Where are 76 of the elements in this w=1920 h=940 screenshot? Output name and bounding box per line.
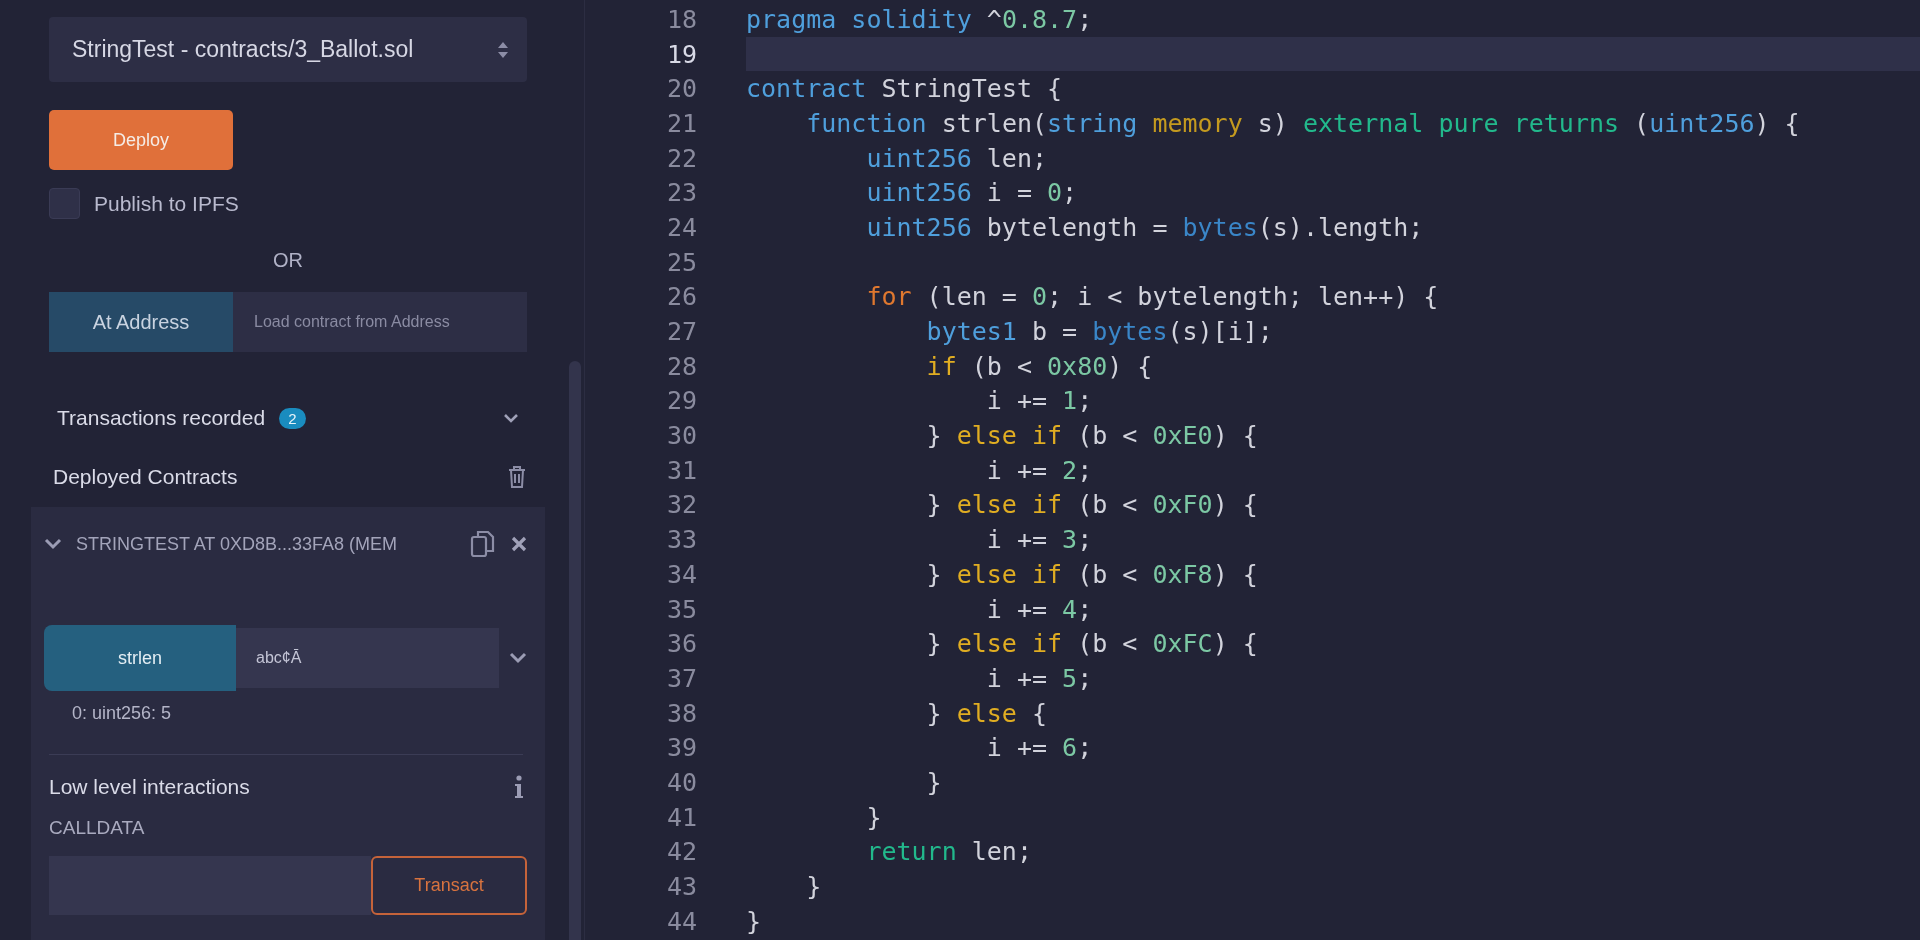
line-number: 31 xyxy=(665,455,697,485)
line-number: 40 xyxy=(665,767,697,797)
address-field[interactable]: Load contract from Address xyxy=(233,292,527,352)
calldata-label: CALLDATA xyxy=(49,817,146,839)
contract-select[interactable]: StringTest - contracts/3_Ballot.sol xyxy=(49,17,527,82)
code-line: } xyxy=(805,871,823,904)
line-number: 35 xyxy=(665,594,697,624)
chevron-down-icon[interactable] xyxy=(509,652,527,664)
line-number: 32 xyxy=(665,490,697,520)
close-icon[interactable] xyxy=(510,535,528,553)
code-line: i += 1; xyxy=(985,385,1094,418)
contract-instance-title: STRINGTEST AT 0XD8B...33FA8 (MEM xyxy=(76,533,399,555)
code-line: i += 6; xyxy=(985,732,1094,765)
line-number: 36 xyxy=(665,629,697,659)
line-number: 21 xyxy=(665,108,697,138)
line-number: 38 xyxy=(665,698,697,728)
low-level-title: Low level interactions xyxy=(49,775,250,799)
code-line: } xyxy=(925,766,943,799)
at-address-button[interactable]: At Address xyxy=(49,292,233,352)
code-line: uint256 len; xyxy=(865,142,1049,175)
line-number: 37 xyxy=(665,663,697,693)
code-line: } else if (b < 0xFC) { xyxy=(925,628,1259,661)
chevron-icon[interactable] xyxy=(44,538,62,550)
publish-label: Publish to IPFS xyxy=(94,191,239,216)
code-line: } else if (b < 0xE0) { xyxy=(925,420,1259,453)
code-line: i += 4; xyxy=(985,593,1094,626)
line-number: 26 xyxy=(665,282,697,312)
line-number: 41 xyxy=(665,802,697,832)
line-number: 18 xyxy=(665,4,697,34)
code-line: function strlen(string memory s) external pure returns (uint256) { xyxy=(805,107,1801,140)
code-line: i += 5; xyxy=(985,662,1094,695)
code-line: pragma solidity ^0.8.7; xyxy=(746,3,1094,36)
calldata-field[interactable] xyxy=(49,856,371,915)
line-number: 28 xyxy=(665,351,697,381)
copy-icon[interactable] xyxy=(470,529,496,559)
code-line: contract StringTest { xyxy=(746,73,1064,106)
transactions-label: Transactions recorded xyxy=(57,406,266,430)
count-badge: 2 xyxy=(279,407,306,429)
argument-field[interactable]: abc¢Ā xyxy=(236,628,499,688)
publish-checkbox[interactable] xyxy=(49,188,80,219)
info-icon[interactable] xyxy=(514,775,524,799)
line-number: 20 xyxy=(665,74,697,104)
or-separator: OR xyxy=(272,249,304,272)
code-line: } xyxy=(746,905,763,938)
code-line: uint256 bytelength = bytes(s).length; xyxy=(865,211,1425,244)
code-line: } xyxy=(865,801,883,834)
code-line: if (b < 0x80) { xyxy=(925,350,1154,383)
line-number: 24 xyxy=(665,212,697,242)
code-line: } else if (b < 0xF8) { xyxy=(925,558,1259,591)
deployed-contracts-label: Deployed Contracts xyxy=(53,465,238,489)
trash-icon[interactable] xyxy=(507,465,527,489)
line-number: 43 xyxy=(665,872,697,902)
line-number: 44 xyxy=(665,906,697,936)
code-line: for (len = 0; i < bytelength; len++) { xyxy=(865,281,1440,314)
code-line: } else { xyxy=(925,697,1049,730)
line-number: 42 xyxy=(665,837,697,867)
line-number: 29 xyxy=(665,386,697,416)
transact-button[interactable]: Transact xyxy=(371,856,527,915)
function-button[interactable]: strlen xyxy=(44,625,236,691)
chevron-down-icon[interactable] xyxy=(503,413,519,423)
line-number: 33 xyxy=(665,525,697,555)
code-line: } else if (b < 0xF0) { xyxy=(925,489,1259,522)
code-line: i += 2; xyxy=(985,454,1094,487)
line-number: 27 xyxy=(665,317,697,347)
line-number: 19 xyxy=(665,39,697,69)
code-line: return len; xyxy=(865,836,1033,869)
line-number: 30 xyxy=(665,421,697,451)
code-line: i += 3; xyxy=(985,524,1094,557)
line-number: 23 xyxy=(665,178,697,208)
call-result: 0: uint256: 5 xyxy=(72,703,173,724)
line-number: 39 xyxy=(665,733,697,763)
line-number: 22 xyxy=(665,143,697,173)
code-line: bytes1 b = bytes(s)[i]; xyxy=(925,316,1274,349)
line-number: 25 xyxy=(665,247,697,277)
code-line: uint256 i = 0; xyxy=(865,177,1079,210)
line-number: 34 xyxy=(665,559,697,589)
